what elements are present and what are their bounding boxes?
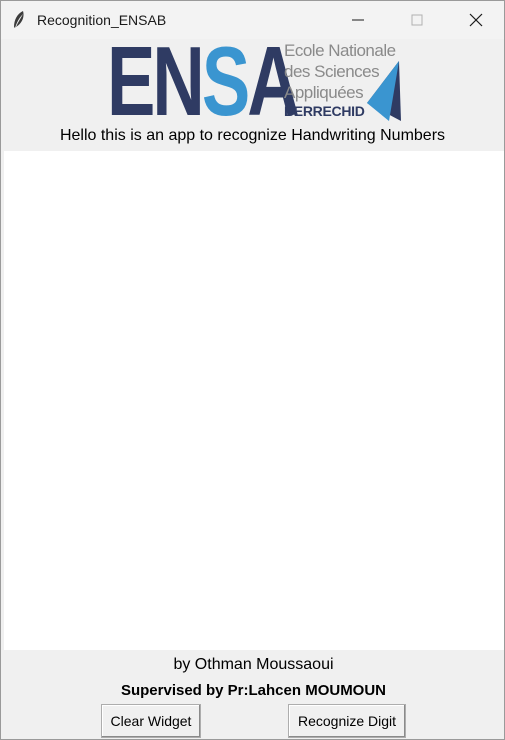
ensa-logo: ENSA Ecole Nationale des Sciences Appliq… bbox=[107, 26, 403, 136]
feather-icon bbox=[11, 10, 27, 30]
logo-city: BERRECHID bbox=[284, 103, 365, 119]
logo-arrow-icon bbox=[367, 61, 401, 126]
minimize-button[interactable] bbox=[329, 1, 387, 39]
clear-widget-button[interactable]: Clear Widget bbox=[101, 704, 201, 738]
minimize-icon bbox=[352, 19, 364, 21]
close-button[interactable] bbox=[447, 1, 505, 39]
app-subtitle: Hello this is an app to recognize Handwr… bbox=[59, 127, 446, 144]
maximize-button[interactable] bbox=[388, 1, 446, 39]
author-label: by Othman Moussaoui bbox=[173, 656, 334, 673]
drawing-canvas[interactable] bbox=[4, 151, 504, 650]
maximize-icon bbox=[411, 14, 423, 26]
close-icon bbox=[469, 13, 483, 27]
logo-wordmark: ENSA bbox=[107, 26, 300, 136]
app-window: Recognition_ENSAB ENSA Ecole Nationale d… bbox=[0, 0, 505, 740]
recognize-digit-button[interactable]: Recognize Digit bbox=[288, 704, 406, 738]
supervisor-label: Supervised by Pr:Lahcen MOUMOUN bbox=[120, 682, 387, 699]
